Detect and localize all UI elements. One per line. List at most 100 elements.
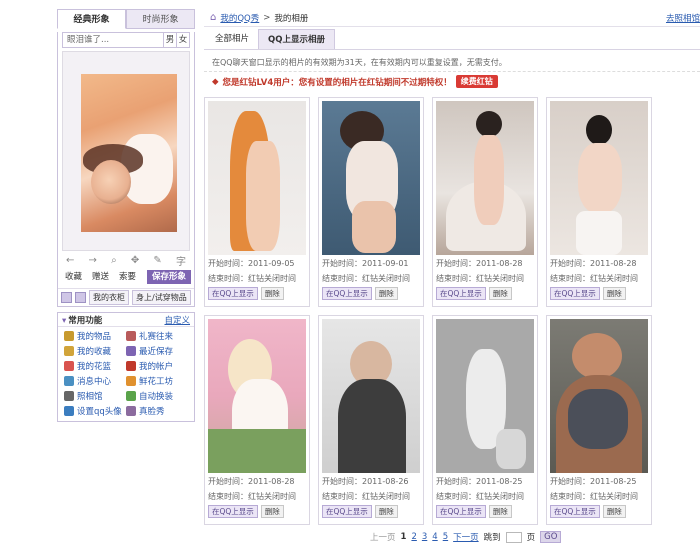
delete-button[interactable]: 删除 [602,505,626,518]
photo-start-time: 开始时间：2011-08-28 [208,477,295,486]
page-1[interactable]: 1 [401,532,407,542]
photo-studio-link[interactable]: 去照相馆 [666,12,700,24]
album-tabs: 全部相片 QQ上显示相册 [204,29,700,50]
breadcrumb: ⌂ 我的QQ秀 > 我的相册 去照相馆 [204,9,700,27]
delete-button[interactable]: 删除 [488,287,512,300]
request-button[interactable]: 索要 [115,270,140,284]
page-4[interactable]: 4 [432,532,437,542]
show-on-qq-button[interactable]: 在QQ上显示 [550,287,600,300]
home-icon[interactable]: ⌂ [210,12,216,23]
vip-banner: ◆ 您是红钻LV4用户：您有设置的相片在红钻期间不过期特权！ 续费红钻 [204,72,700,91]
photo-grid: 开始时间：2011-09-05 结束时间：红钻关闭时间 在QQ上显示 删除 开始时间：2… [204,97,652,525]
avatar-toolbar: ← → ⌕ ✥ ✎ 字 [58,251,194,269]
move-icon[interactable]: ✥ [131,255,139,266]
save-avatar-button[interactable]: 保存形象 [146,270,191,284]
page-5[interactable]: 5 [443,532,448,542]
breadcrumb-root-link[interactable]: 我的QQ秀 [220,12,259,24]
page-3[interactable]: 3 [422,532,427,542]
show-on-qq-button[interactable]: 在QQ上显示 [322,287,372,300]
common-item-label: 最近保存 [139,347,174,357]
photo-thumbnail[interactable] [550,101,648,255]
show-on-qq-button[interactable]: 在QQ上显示 [208,505,258,518]
my-wardrobe-button[interactable]: 我的衣柜 [89,290,129,305]
common-item[interactable]: 消息中心 [64,375,126,387]
customize-link[interactable]: 自定义 [164,314,190,326]
photo-thumbnail[interactable] [436,101,534,255]
show-on-qq-button[interactable]: 在QQ上显示 [436,287,486,300]
photo-card: 开始时间：2011-08-28 结束时间：红钻关闭时间 在QQ上显示 删除 [204,315,310,525]
common-item[interactable]: 自动换装 [126,390,188,402]
tab-fashion[interactable]: 时尚形象 [126,9,195,29]
photo-thumbnail[interactable] [208,319,306,473]
common-item[interactable]: 我的帐户 [126,360,188,372]
gift-button[interactable]: 赠送 [88,270,113,284]
photo-end-time: 结束时间：红钻关闭时间 [550,492,638,501]
function-icon [64,331,74,341]
common-functions-title: 常用功能 [62,314,102,326]
prev-page[interactable]: 上一页 [370,531,396,543]
show-on-qq-button[interactable]: 在QQ上显示 [436,505,486,518]
function-icon [64,361,74,371]
function-icon [126,391,136,401]
photo-end-time: 结束时间：红钻关闭时间 [208,274,296,283]
photo-thumbnail[interactable] [550,319,648,473]
delete-button[interactable]: 删除 [260,505,284,518]
common-item-label: 我的帐户 [139,362,174,372]
delete-button[interactable]: 删除 [374,287,398,300]
page-2[interactable]: 2 [411,532,416,542]
common-item-label: 鲜花工坊 [139,377,174,387]
photo-thumbnail[interactable] [322,101,420,255]
common-item[interactable]: 最近保存 [126,345,188,357]
delete-button[interactable]: 删除 [488,505,512,518]
tab-classic[interactable]: 经典形象 [57,9,126,29]
avatar-tabs: 经典形象 时尚形象 [57,9,195,29]
collect-button[interactable]: 收藏 [61,270,86,284]
gender-female-toggle[interactable]: 女 [176,33,189,47]
tryon-items-button[interactable]: 身上/试穿物品 [132,290,191,305]
gender-male-toggle[interactable]: 男 [163,33,176,47]
tab-qq-album[interactable]: QQ上显示相册 [258,29,335,49]
breadcrumb-current: 我的相册 [274,13,309,24]
magic-icon[interactable]: ✎ [153,255,161,266]
photo-thumbnail[interactable] [322,319,420,473]
text-icon[interactable]: 字 [176,253,186,268]
common-item[interactable]: 我的收藏 [64,345,126,357]
photo-card: 开始时间：2011-08-25 结束时间：红钻关闭时间 在QQ上显示 删除 [546,315,652,525]
show-on-qq-button[interactable]: 在QQ上显示 [550,505,600,518]
avatar-preview [62,51,190,251]
delete-button[interactable]: 删除 [374,505,398,518]
avatar-search-input[interactable]: 眼泪谁了... [63,33,163,47]
function-icon [64,346,74,356]
function-icon [126,346,136,356]
photo-start-time: 开始时间：2011-08-28 [436,259,523,268]
common-item[interactable]: 礼赛往来 [126,330,188,342]
common-item[interactable]: 我的物品 [64,330,126,342]
common-item[interactable]: 鲜花工坊 [126,375,188,387]
common-functions: 常用功能 自定义 我的物品 礼赛往来我的收藏 最近保存我的花篮 我的帐户消息中心 鲜花工… [57,312,195,422]
show-on-qq-button[interactable]: 在QQ上显示 [208,287,258,300]
delete-button[interactable]: 删除 [602,287,626,300]
person-icon [61,292,72,303]
redo-icon[interactable]: → [89,255,97,266]
tab-all-photos[interactable]: 全部相片 [206,29,258,49]
go-button[interactable]: GO [540,531,562,543]
next-page[interactable]: 下一页 [453,531,479,543]
photo-end-time: 结束时间：红钻关闭时间 [322,492,410,501]
delete-button[interactable]: 删除 [260,287,284,300]
common-item[interactable]: 我的花篮 [64,360,126,372]
common-item[interactable]: 照相馆 [64,390,126,402]
common-item[interactable]: 设置qq头像 [64,405,126,417]
zoom-icon[interactable]: ⌕ [111,255,117,266]
photo-card: 开始时间：2011-08-28 结束时间：红钻关闭时间 在QQ上显示 删除 [546,97,652,307]
show-on-qq-button[interactable]: 在QQ上显示 [322,505,372,518]
photo-thumbnail[interactable] [436,319,534,473]
photo-thumbnail[interactable] [208,101,306,255]
avatar-search: 眼泪谁了... 男 女 [62,32,190,48]
photo-end-time: 结束时间：红钻关闭时间 [436,274,524,283]
renew-button[interactable]: 续费红钻 [455,75,498,88]
jump-page-input[interactable] [505,531,522,543]
pagination: 上一页 1 2 3 4 5 下一页 跳到 页 GO [370,531,562,543]
photo-start-time: 开始时间：2011-09-05 [208,259,295,268]
common-item[interactable]: 真脸秀 [126,405,188,417]
undo-icon[interactable]: ← [66,255,74,266]
